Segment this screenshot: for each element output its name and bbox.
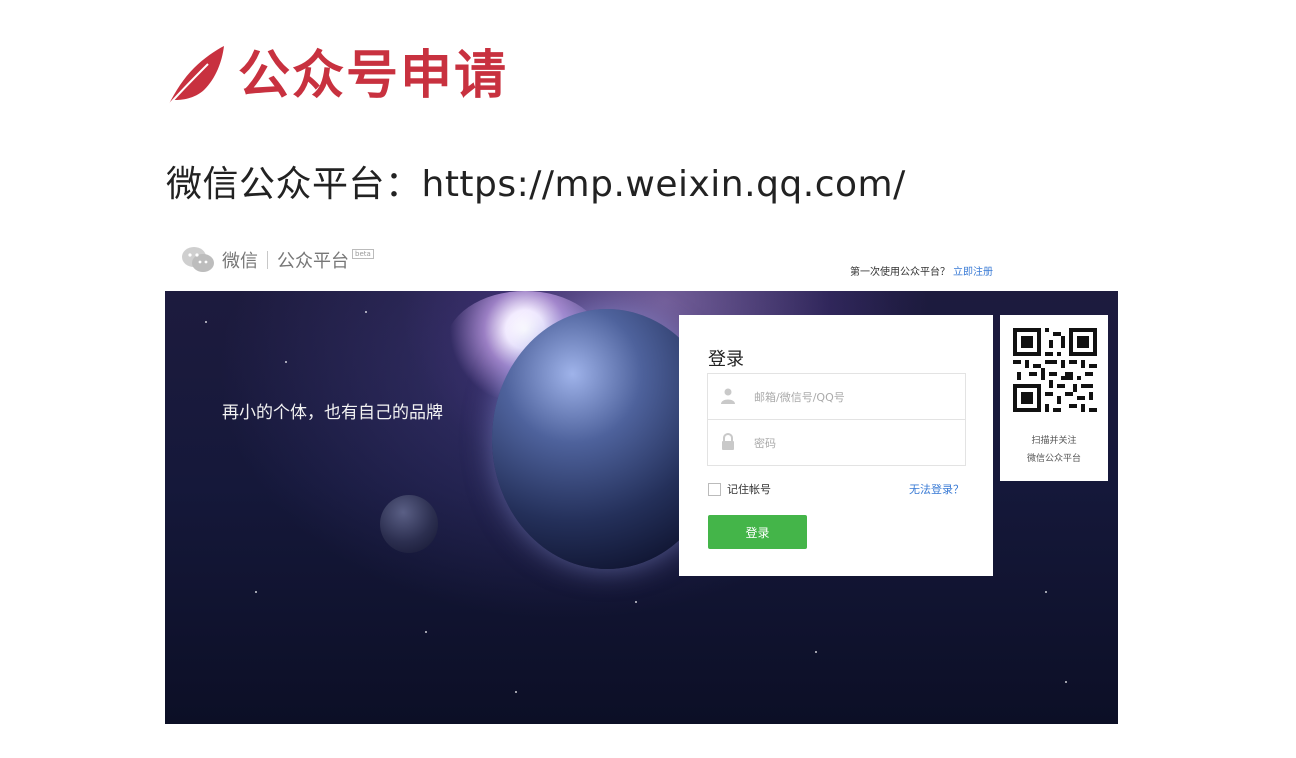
password-input[interactable]: [752, 432, 956, 454]
password-field[interactable]: [707, 419, 966, 466]
qr-caption-line1: 扫描并关注: [1031, 436, 1077, 446]
leaf-icon: [167, 46, 224, 107]
hero-banner: 再小的个体，也有自己的品牌 登录 记住帐号 无法登录？ 登录: [165, 291, 1118, 724]
star: [255, 591, 257, 593]
qr-panel: 扫描并关注 微信公众平台: [1000, 315, 1108, 481]
remember-label: 记住帐号: [727, 483, 771, 496]
star: [285, 361, 287, 363]
login-title: 登录: [708, 349, 744, 370]
lock-icon: [722, 433, 734, 450]
register-prompt: 第一次使用公众平台？ 立即注册: [850, 263, 993, 278]
star: [815, 651, 817, 653]
wechat-brand-label: 微信: [222, 251, 258, 272]
login-panel: 登录 记住帐号 无法登录？ 登录: [679, 315, 993, 576]
star: [515, 691, 517, 693]
user-icon: [721, 388, 735, 404]
slide-subtitle: 微信公众平台：https://mp.weixin.qq.com/: [166, 164, 906, 205]
remember-checkbox[interactable]: [708, 482, 721, 496]
header-divider: [267, 251, 268, 269]
platform-label: 公众平台: [277, 251, 349, 272]
star: [365, 311, 367, 313]
beta-badge: beta: [352, 249, 374, 259]
login-button[interactable]: 登录: [708, 515, 807, 549]
remember-account[interactable]: 记住帐号: [708, 481, 771, 497]
star: [205, 321, 207, 323]
cannot-login-link[interactable]: 无法登录？: [909, 481, 964, 497]
star: [1065, 681, 1067, 683]
qr-caption-line2: 微信公众平台: [1026, 454, 1081, 464]
register-link[interactable]: 立即注册: [953, 267, 993, 278]
account-field[interactable]: [707, 373, 966, 420]
star: [1045, 591, 1047, 593]
register-prompt-text: 第一次使用公众平台？: [850, 267, 950, 278]
star: [635, 601, 637, 603]
planet-small: [380, 495, 438, 553]
wechat-page-header: 微信 公众平台 beta: [180, 244, 374, 276]
qr-code-icon: [1013, 328, 1097, 412]
star: [425, 631, 427, 633]
wechat-logo-icon: [182, 247, 214, 272]
slide-title: 公众号申请: [238, 46, 509, 106]
banner-tagline: 再小的个体，也有自己的品牌: [222, 403, 443, 423]
slide-heading: 公众号申请: [164, 44, 508, 108]
account-input[interactable]: [752, 386, 956, 408]
